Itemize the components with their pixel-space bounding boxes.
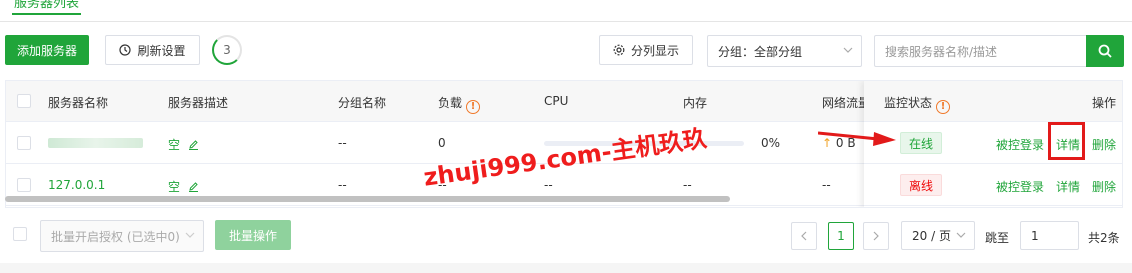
- page-size-value: 20 / 页: [912, 229, 951, 243]
- col-cpu: CPU: [544, 94, 569, 108]
- network-value: --: [822, 178, 831, 192]
- col-server-desc: 服务器描述: [168, 96, 229, 110]
- add-server-button[interactable]: 添加服务器: [5, 35, 89, 65]
- col-group-name: 分组名称: [338, 96, 387, 110]
- row-checkbox[interactable]: [17, 136, 31, 150]
- status-badge: 离线: [900, 174, 943, 196]
- warning-icon[interactable]: !: [936, 100, 951, 114]
- memory-value: 0%: [761, 136, 781, 150]
- clock-icon: [119, 44, 132, 56]
- col-load-label: 负载: [438, 96, 463, 110]
- tab-bar: 服务器列表: [0, 0, 1132, 22]
- select-all-checkbox[interactable]: [17, 94, 31, 108]
- load-value: 0: [438, 136, 446, 150]
- col-network: 网络流量: [822, 96, 871, 110]
- col-monitor-status: 监控状态!: [884, 94, 951, 114]
- page-bottom-bar: [0, 263, 1132, 273]
- group-select[interactable]: 分组：全部分组: [707, 35, 862, 67]
- delete-link[interactable]: 删除: [1092, 178, 1116, 195]
- chevron-down-icon: [843, 47, 853, 53]
- server-desc[interactable]: 空: [168, 136, 199, 153]
- server-desc-value: 空: [168, 180, 181, 194]
- gear-icon: [613, 44, 625, 56]
- refresh-settings-button[interactable]: 刷新设置: [105, 35, 200, 65]
- annotation-highlight-box: [1048, 122, 1085, 160]
- group-name: --: [338, 178, 347, 192]
- annotation-arrow-icon: [818, 131, 896, 146]
- refresh-settings-label: 刷新设置: [137, 43, 186, 58]
- search-button[interactable]: [1086, 35, 1124, 67]
- remote-login-link[interactable]: 被控登录: [996, 178, 1044, 195]
- group-name: --: [338, 136, 347, 150]
- delete-link[interactable]: 删除: [1092, 136, 1116, 153]
- memory-value: --: [683, 178, 692, 192]
- server-desc-value: 空: [168, 138, 181, 152]
- page-size-select[interactable]: 20 / 页: [901, 221, 975, 250]
- cpu-value: --: [544, 178, 553, 192]
- column-display-label: 分列显示: [630, 43, 679, 58]
- batch-auth-select[interactable]: 批量开启授权 (已选中0): [40, 220, 204, 252]
- chevron-right-icon: [873, 231, 879, 241]
- status-badge: 在线: [900, 132, 943, 154]
- col-memory: 内存: [683, 96, 708, 110]
- footer-select-all-checkbox[interactable]: [13, 227, 27, 241]
- table-row-actions: 离线 被控登录 详情 删除: [864, 164, 1122, 206]
- prev-page-button[interactable]: [791, 222, 817, 250]
- remote-login-link[interactable]: 被控登录: [996, 136, 1044, 153]
- row-checkbox[interactable]: [17, 178, 31, 192]
- chevron-down-icon: [185, 232, 195, 238]
- warning-icon[interactable]: !: [466, 100, 481, 114]
- column-display-button[interactable]: 分列显示: [599, 35, 693, 65]
- edit-icon[interactable]: [188, 139, 199, 150]
- search-icon: [1098, 44, 1112, 58]
- col-monitor-label: 监控状态: [884, 96, 933, 110]
- total-count: 共2条: [1088, 231, 1120, 245]
- col-load: 负载!: [438, 94, 481, 114]
- chevron-left-icon: [801, 231, 807, 241]
- horizontal-scrollbar[interactable]: [5, 196, 730, 202]
- tab-server-list[interactable]: 服务器列表: [12, 0, 82, 15]
- batch-operation-button[interactable]: 批量操作: [215, 220, 291, 250]
- search-input[interactable]: 搜索服务器名称/描述: [874, 35, 1086, 67]
- next-page-button[interactable]: [863, 222, 889, 250]
- col-server-name[interactable]: 服务器名称: [48, 94, 108, 111]
- detail-link[interactable]: 详情: [1056, 178, 1080, 195]
- server-name[interactable]: 127.0.0.1: [48, 178, 105, 192]
- refresh-countdown: 3: [212, 35, 242, 65]
- batch-auth-value: 批量开启授权 (已选中0): [51, 229, 180, 244]
- page-number-button[interactable]: 1: [828, 222, 854, 250]
- edit-icon[interactable]: [188, 181, 199, 192]
- col-actions: 操作: [1092, 96, 1117, 110]
- server-desc[interactable]: 空: [168, 178, 199, 195]
- goto-page-input[interactable]: 1: [1020, 221, 1079, 250]
- server-name-blurred[interactable]: [48, 138, 143, 148]
- chevron-down-icon: [956, 232, 966, 238]
- group-select-value: 分组：全部分组: [718, 44, 803, 59]
- goto-label: 跳至: [985, 231, 1010, 245]
